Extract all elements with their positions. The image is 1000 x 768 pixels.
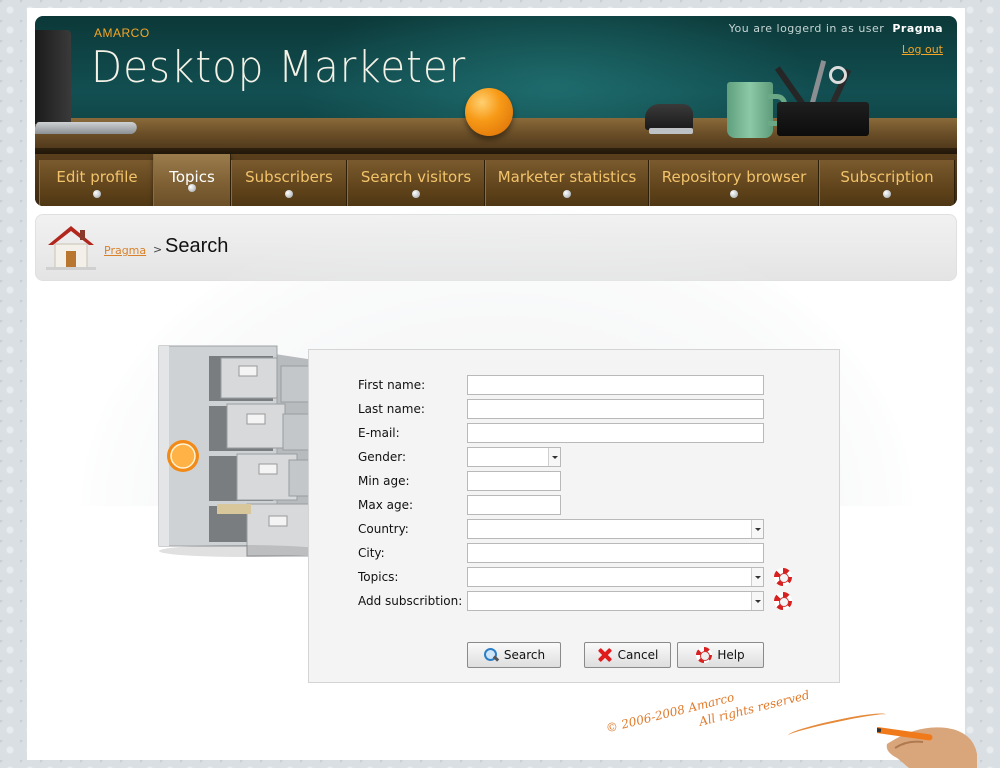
tab-label: Marketer statistics [497,168,637,186]
tab-subscribers[interactable]: Subscribers [231,160,347,206]
login-prefix: You are loggerd in as user [728,22,885,35]
chevron-down-icon [751,568,763,586]
help-button[interactable]: Help [677,642,764,668]
tab-repository-browser[interactable]: Repository browser [649,160,819,206]
tab-edit-profile[interactable]: Edit profile [39,160,155,206]
gender-select[interactable] [467,447,561,467]
page-title: Search [165,235,229,257]
tab-dot-icon [563,190,571,198]
search-button-label: Search [503,648,546,662]
login-username: Pragma [892,22,943,35]
topics-select[interactable] [467,567,764,587]
tab-dot-icon [412,190,420,198]
cancel-button[interactable]: Cancel [584,642,671,668]
tab-topics[interactable]: Topics [153,154,231,206]
max-age-field[interactable] [467,495,561,515]
brand-company: AMARCO [94,26,150,40]
first-name-field[interactable] [467,375,764,395]
tab-label: Subscription [840,168,934,186]
gender-label: Gender: [358,450,407,464]
breadcrumb-separator: > [153,243,163,256]
organizer-box [777,102,869,136]
last-name-field[interactable] [467,399,764,419]
search-form-panel: First name: Last name: E-mail: Gender: M… [308,349,840,683]
stapler-decoration [645,104,693,134]
city-label: City: [358,546,385,560]
breadcrumb: Pragma > Search [35,214,957,281]
orange-decoration [465,88,513,136]
add-subscription-select[interactable] [467,591,764,611]
email-label: E-mail: [358,426,400,440]
add-subscription-label: Add subscribtion: [358,594,463,608]
lifebuoy-icon [696,647,713,663]
chevron-down-icon [548,448,560,466]
search-button[interactable]: Search [467,642,561,668]
cancel-button-label: Cancel [617,648,659,662]
login-status: You are loggerd in as user Pragma [729,22,943,35]
tab-dot-icon [883,190,891,198]
country-label: Country: [358,522,409,536]
tab-dot-icon [285,190,293,198]
tab-label: Subscribers [245,168,333,186]
topics-label: Topics: [358,570,399,584]
desk-organizer-decoration [774,60,873,136]
copyright-text: © 2006-2008 Amarco All rights reserved [604,671,812,752]
organizer-tool-2 [808,60,827,108]
tab-label: Repository browser [661,168,807,186]
tab-label: Search visitors [360,168,472,186]
laptop-base-image [35,122,140,134]
laptop-image [35,30,71,124]
mug-decoration [727,82,787,138]
site-header: AMARCO Desktop Marketer You are loggerd … [35,16,957,206]
organizer-scissors-ring [829,66,847,84]
tab-marketer-statistics[interactable]: Marketer statistics [485,160,649,206]
topics-help-icon[interactable] [774,568,792,586]
add-subscription-help-icon[interactable] [774,592,792,610]
min-age-field[interactable] [467,471,561,491]
first-name-label: First name: [358,378,426,392]
chevron-down-icon [751,520,763,538]
city-field[interactable] [467,543,764,563]
min-age-label: Min age: [358,474,410,488]
tab-dot-icon [93,190,101,198]
pen-stroke-decoration [787,709,887,741]
last-name-label: Last name: [358,402,425,416]
country-select[interactable] [467,519,764,539]
chevron-down-icon [751,592,763,610]
brand-logo-text: Desktop Marketer [91,42,467,93]
main-nav: Edit profile Topics Subscribers Search v… [35,154,957,206]
filing-cabinet-image [158,345,327,557]
breadcrumb-link-pragma[interactable]: Pragma [104,244,146,257]
max-age-label: Max age: [358,498,414,512]
organizer-tool-1 [774,66,806,106]
search-icon [483,647,499,663]
help-button-label: Help [717,648,745,662]
hand-with-pen-image [877,727,977,768]
tab-subscription[interactable]: Subscription [819,160,955,206]
tab-label: Edit profile [56,168,138,186]
logout-link[interactable]: Log out [902,43,943,56]
home-icon[interactable] [46,223,96,271]
tab-search-visitors[interactable]: Search visitors [347,160,485,206]
page-container: AMARCO Desktop Marketer You are loggerd … [27,8,977,768]
close-icon [597,647,613,663]
tab-dot-icon [188,184,196,192]
email-field[interactable] [467,423,764,443]
tab-dot-icon [730,190,738,198]
